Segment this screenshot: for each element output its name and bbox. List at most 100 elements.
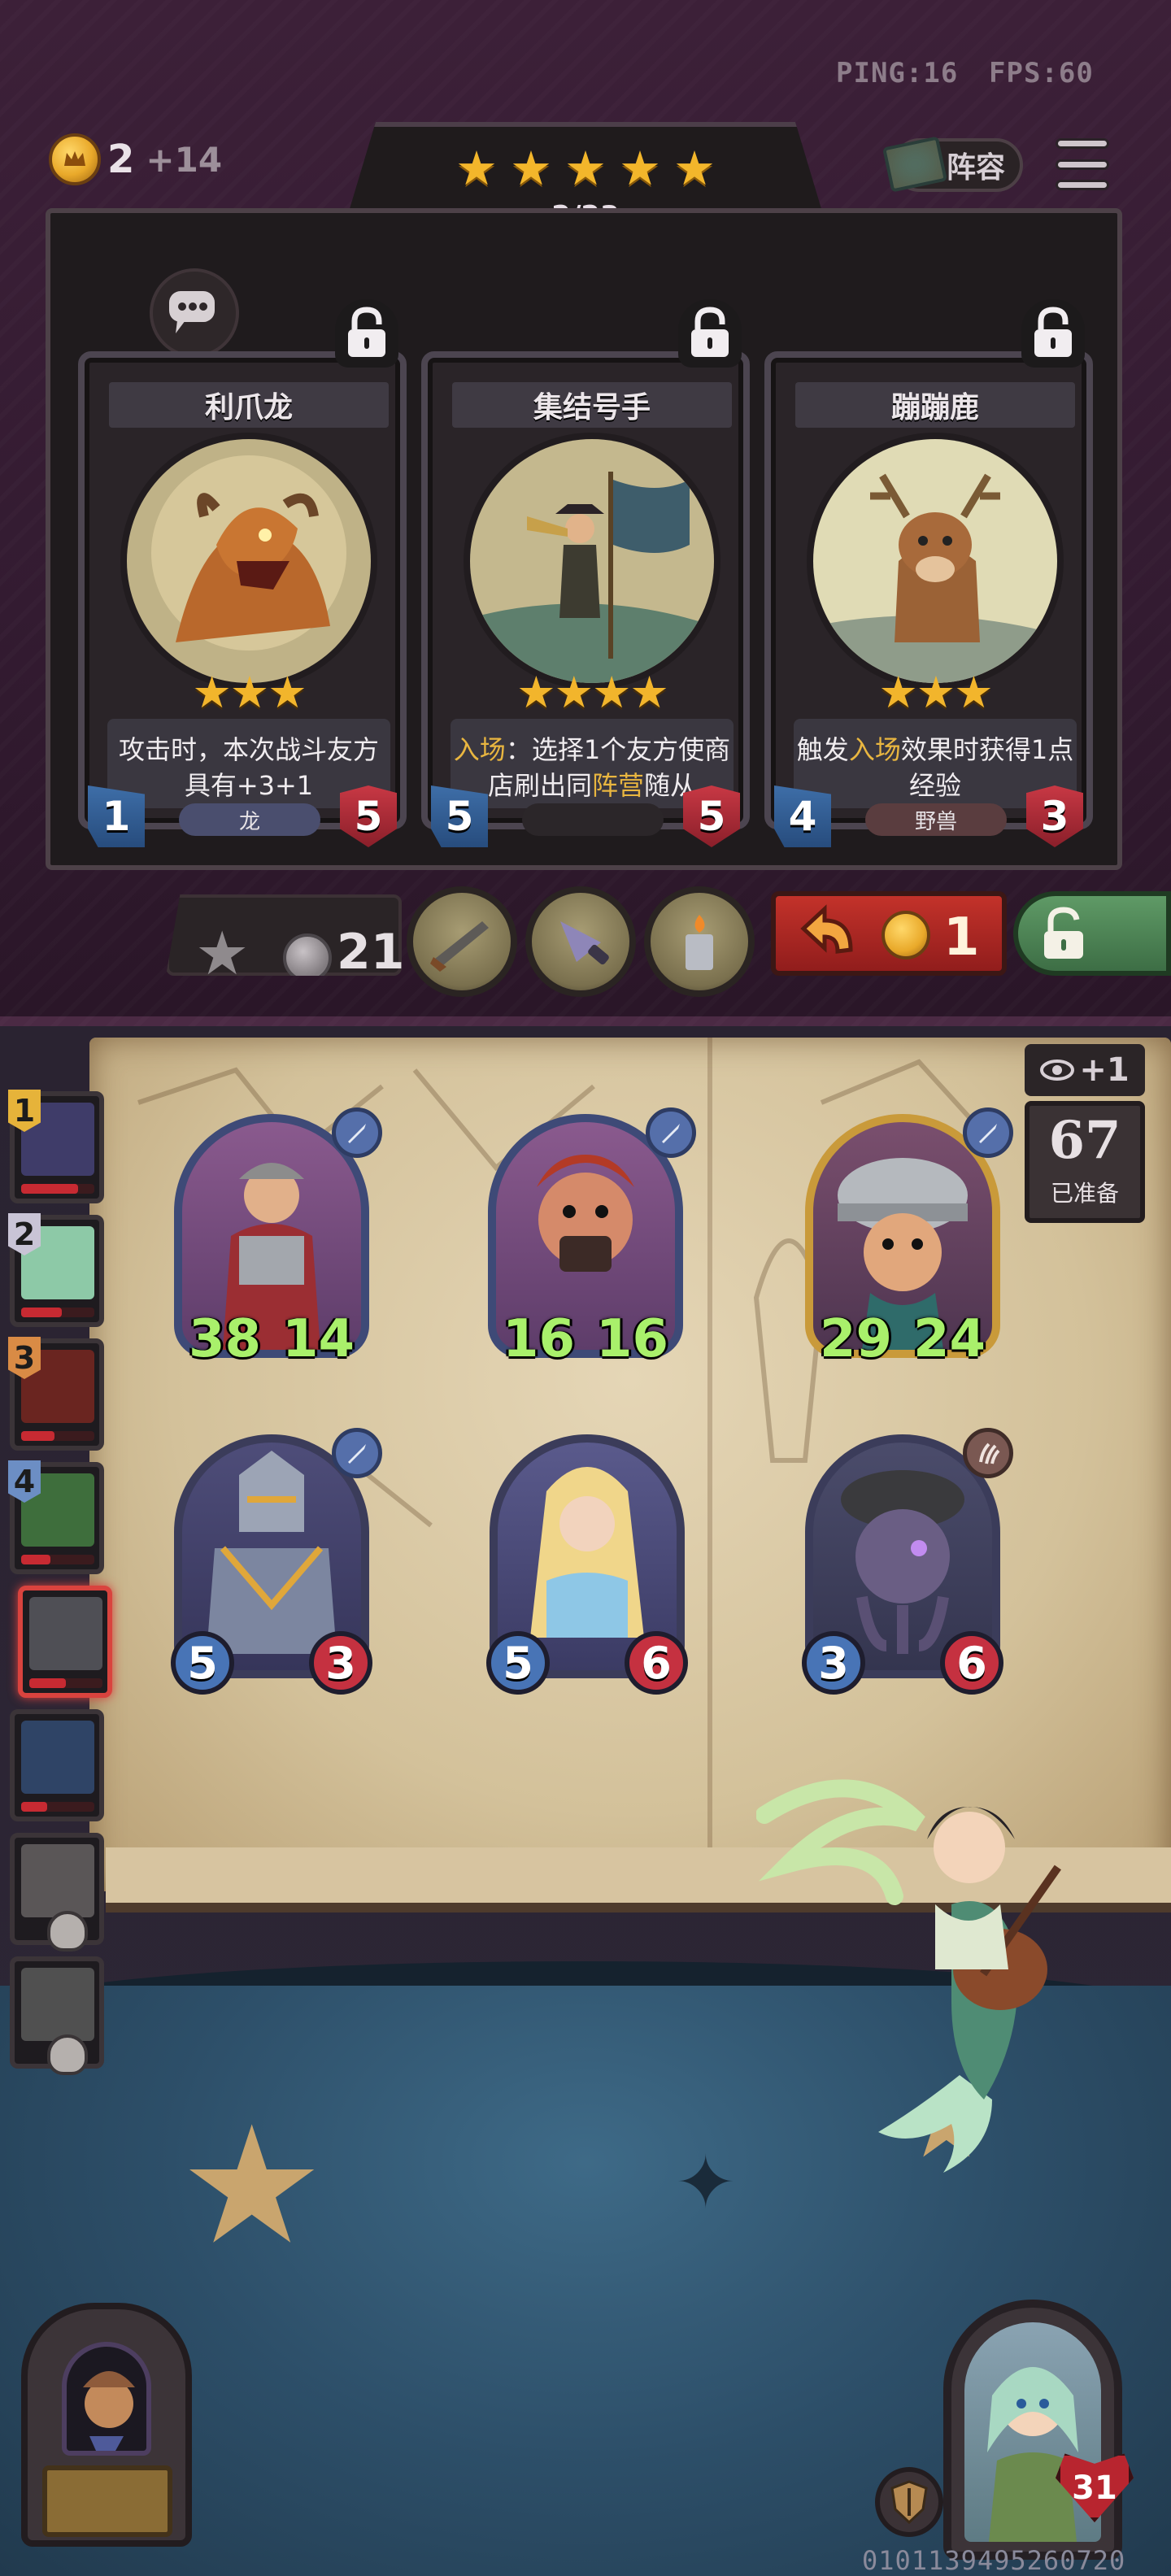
fps-readout: FPS:60 (989, 57, 1094, 89)
musket-icon (430, 921, 489, 972)
card-tribe: 野兽 (865, 803, 1007, 836)
minion-attack: 38 (189, 1309, 262, 1369)
minion-attack: 5 (486, 1631, 550, 1695)
opponent-health-fill (29, 1678, 66, 1688)
eye-icon (1040, 1060, 1075, 1081)
keyword-entry: 入场 (453, 734, 506, 765)
card-title-band: 集结号手 (452, 382, 732, 428)
vision-bonus-value: +1 (1079, 1051, 1130, 1089)
tier-star-icon: ★ (564, 141, 607, 196)
opponent-health-bar (29, 1678, 102, 1688)
minion-health: 24 (912, 1309, 986, 1369)
board-minion[interactable]: 5 6 (486, 1434, 688, 1695)
opponent-slot[interactable] (10, 1709, 104, 1821)
card-frame: 利爪龙 ★★★ 攻击时，本次战斗友方具有+3+1 1 龙 5 (78, 351, 407, 847)
chest-base (42, 2465, 172, 2537)
shop-card-3[interactable]: 蹦蹦鹿 ★★★ 触发入场效果时获得1点经验 4 野兽 3 (764, 299, 1093, 847)
opponent-health-fill (21, 1308, 62, 1317)
shop-card-2[interactable]: 集结号手 ★★★★ 入场：选择1个友方使商店刷出同阵营随从 5 5 (421, 299, 750, 847)
refresh-shop-button[interactable]: 1 (771, 891, 1007, 976)
opponent-slot-eliminated[interactable] (10, 1956, 104, 2075)
opponent-health-bar (21, 1802, 94, 1812)
minion-attack: 16 (503, 1309, 576, 1369)
drill-button[interactable] (525, 886, 636, 997)
card-attack: 1 (88, 785, 145, 847)
musket-button[interactable] (407, 886, 517, 997)
opponent-avatar (21, 1721, 94, 1794)
opponent-health-bar (21, 1184, 94, 1194)
opponent-health-fill (21, 1555, 50, 1564)
ping-readout: PING:16 (836, 57, 959, 89)
menu-line (1056, 138, 1109, 149)
gold-income: +14 (146, 139, 223, 180)
sword-faction-icon (332, 1428, 382, 1478)
upgrade-cost: 21 (337, 924, 405, 981)
player-avatar[interactable] (964, 2322, 1101, 2542)
shop-card-1[interactable]: 利爪龙 ★★★ 攻击时，本次战斗友方具有+3+1 1 龙 5 (78, 299, 407, 847)
card-attack: 5 (431, 785, 488, 847)
gold-display: 2 +14 (49, 130, 222, 189)
card-description-text: 攻击时，本次战斗友方具有+3+1 (118, 734, 379, 801)
card-name: 集结号手 (533, 391, 651, 424)
opponent-health-fill (21, 1184, 79, 1194)
opponent-avatar (21, 1968, 94, 2041)
lineup-button[interactable]: 阵容 (882, 136, 1023, 193)
freeze-shop-button[interactable] (1013, 891, 1171, 976)
ready-count: 67 (1048, 1110, 1121, 1171)
opponent-avatar (21, 1844, 94, 1917)
skull-icon (47, 2034, 88, 2075)
chat-bubble-icon (169, 291, 215, 333)
card-title-band: 利爪龙 (109, 382, 389, 428)
battle-board: ★ ★ ✦ 1 2 3 4 (0, 1026, 1171, 2576)
menu-line (1056, 159, 1109, 170)
mermaid-hero-figure (755, 1725, 1130, 2181)
tier-star-icon: ★ (619, 141, 661, 196)
crown-coin-icon (49, 133, 101, 185)
stage-star-icon: ★ (179, 2091, 325, 2281)
shield-sword-icon (890, 2480, 928, 2524)
lock-icon[interactable] (335, 299, 398, 368)
opponent-slot[interactable]: 3 (8, 1337, 104, 1451)
ready-label: 已准备 (1050, 1180, 1119, 1207)
deer-portrait (807, 433, 1064, 690)
sword-faction-icon (963, 1107, 1013, 1158)
tier-star-icon: ★ (673, 141, 716, 196)
keyword-entry: 入场 (848, 734, 901, 765)
board-minion[interactable]: 38 14 (174, 1107, 382, 1374)
opponent-slot[interactable]: 1 (8, 1090, 104, 1203)
opponent-slot-current[interactable] (18, 1586, 112, 1698)
chest-window (62, 2342, 151, 2456)
tier-star-icon: ★ (510, 141, 552, 196)
board-minion-golden[interactable]: 29 24 (805, 1107, 1013, 1374)
opponent-health-bar (21, 1555, 94, 1564)
board-minion[interactable]: 16 16 (488, 1107, 696, 1374)
board-minion[interactable]: 5 3 (171, 1428, 382, 1695)
lighter-button[interactable] (644, 886, 755, 997)
menu-button[interactable] (1056, 138, 1109, 190)
opponent-slot[interactable]: 4 (8, 1460, 104, 1574)
tavern-button[interactable] (875, 2467, 943, 2537)
opponent-health-bar (21, 1431, 94, 1441)
book-spine (707, 1038, 712, 1891)
silver-coin-icon (283, 933, 332, 976)
watermark-text: 0101139495260720 (862, 2545, 1126, 2576)
card-name: 蹦蹦鹿 (890, 391, 979, 424)
lock-icon[interactable] (678, 299, 742, 368)
upgrade-tavern-button[interactable]: ★ 21 (166, 894, 402, 976)
minion-health: 3 (309, 1631, 372, 1695)
gold-coin-icon (882, 911, 930, 959)
opponent-slot[interactable]: 2 (8, 1213, 104, 1327)
opponent-slot-eliminated[interactable] (10, 1833, 104, 1952)
minion-health: 6 (625, 1631, 688, 1695)
keyword-faction: 阵营 (591, 770, 644, 801)
claw-faction-icon (963, 1428, 1013, 1478)
treasure-chest-button[interactable] (21, 2303, 192, 2547)
card-stars: ★★★ (878, 667, 993, 718)
board-minion[interactable]: 3 6 (802, 1428, 1013, 1695)
trumpeter-portrait (464, 433, 720, 690)
lineup-label: 阵容 (946, 151, 1005, 185)
vision-bonus[interactable]: +1 (1025, 1044, 1145, 1096)
lock-icon[interactable] (1021, 299, 1085, 368)
opponent-health-bar (21, 1308, 94, 1317)
unlock-icon (1044, 907, 1083, 959)
